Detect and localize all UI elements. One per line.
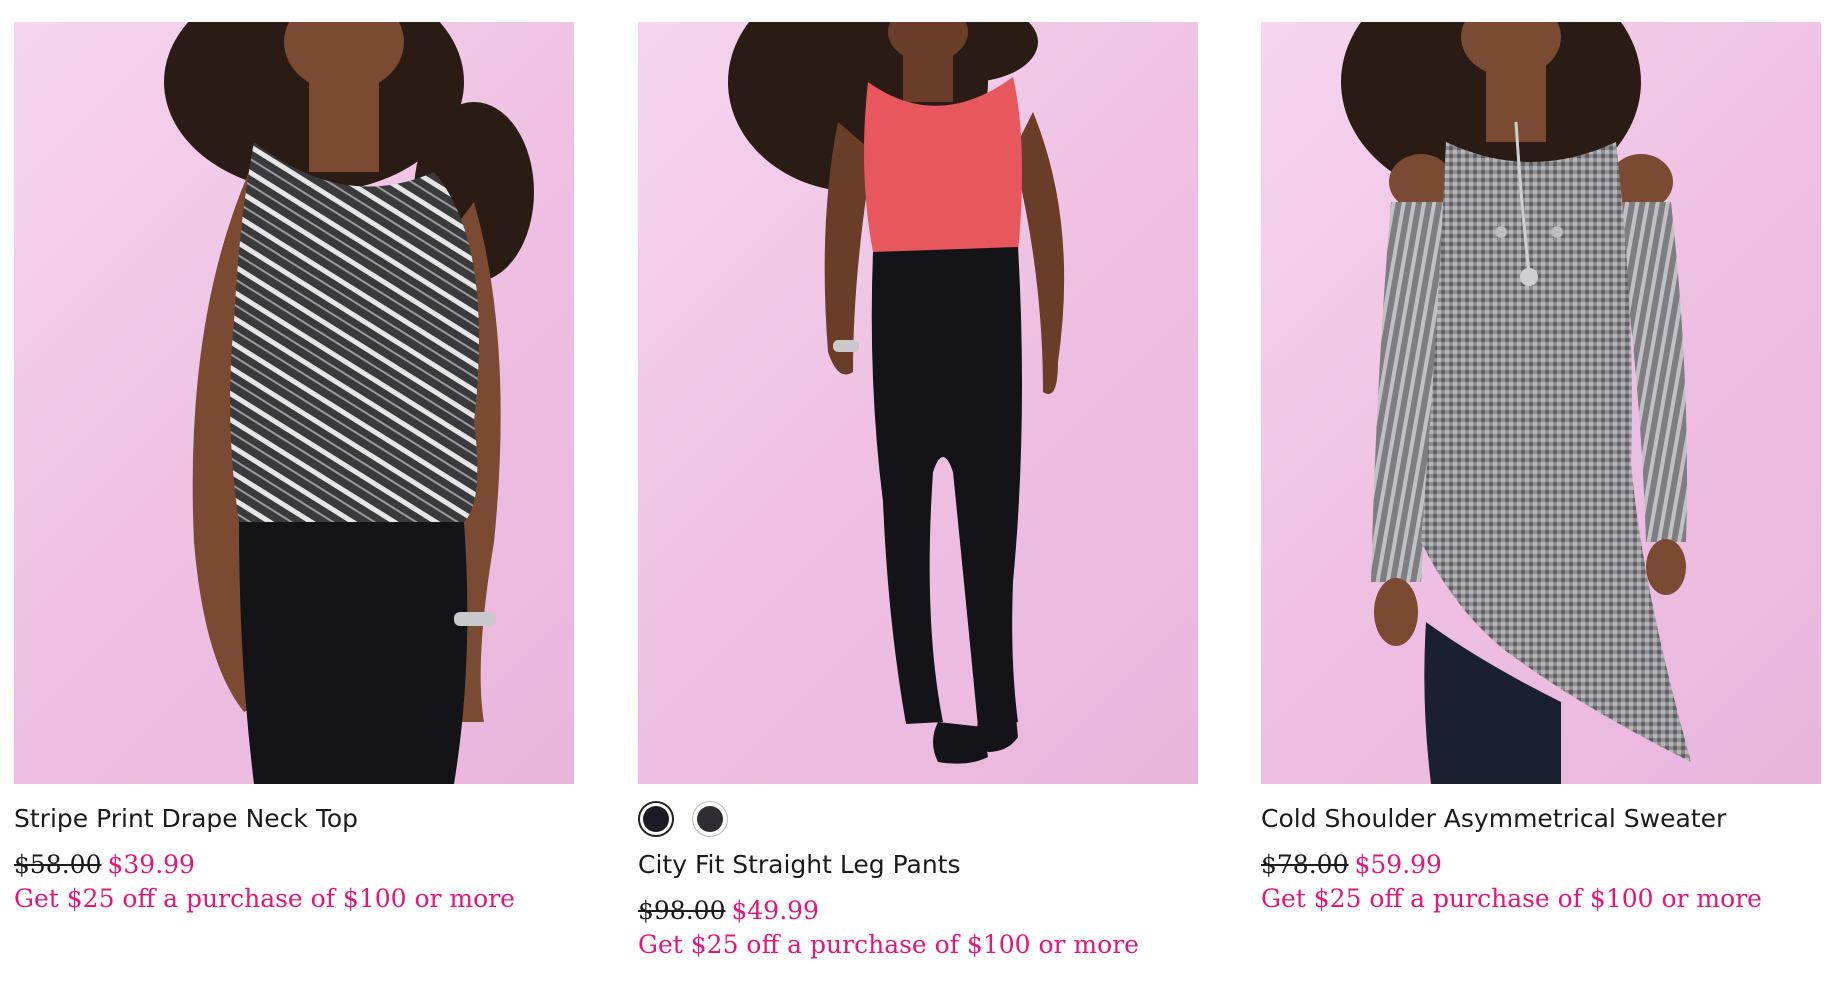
price-row: $58.00 $39.99 <box>14 848 574 882</box>
swatch-color-black <box>643 806 669 832</box>
original-price: $58.00 <box>14 850 102 879</box>
product-card: City Fit Straight Leg Pants $98.00 $49.99… <box>638 22 1198 962</box>
product-image[interactable] <box>638 22 1198 784</box>
product-card: Cold Shoulder Asymmetrical Sweater $78.0… <box>1261 22 1821 916</box>
color-swatch-black[interactable] <box>638 801 674 837</box>
promo-text: Get $25 off a purchase of $100 or more <box>638 930 1139 959</box>
sale-price: $49.99 <box>731 896 819 925</box>
product-card: Stripe Print Drape Neck Top $58.00 $39.99… <box>14 22 574 916</box>
price-row: $78.00 $59.99 <box>1261 848 1821 882</box>
model-photo-gray-sweater <box>1341 22 1691 784</box>
product-name[interactable]: City Fit Straight Leg Pants <box>638 848 1198 882</box>
product-name[interactable]: Cold Shoulder Asymmetrical Sweater <box>1261 802 1821 836</box>
color-swatch-charcoal[interactable] <box>692 801 728 837</box>
original-price: $78.00 <box>1261 850 1349 879</box>
product-name[interactable]: Stripe Print Drape Neck Top <box>14 802 574 836</box>
color-swatches <box>638 800 1198 838</box>
model-photo-striped-top <box>164 22 534 784</box>
product-image[interactable] <box>1261 22 1821 784</box>
sale-price: $39.99 <box>107 850 195 879</box>
promo-text: Get $25 off a purchase of $100 or more <box>14 884 515 913</box>
product-image[interactable] <box>14 22 574 784</box>
swatch-color-charcoal <box>697 806 723 832</box>
promo-text: Get $25 off a purchase of $100 or more <box>1261 884 1762 913</box>
model-photo-black-pants <box>728 22 1065 764</box>
price-row: $98.00 $49.99 <box>638 894 1198 928</box>
original-price: $98.00 <box>638 896 726 925</box>
sale-price: $59.99 <box>1354 850 1442 879</box>
